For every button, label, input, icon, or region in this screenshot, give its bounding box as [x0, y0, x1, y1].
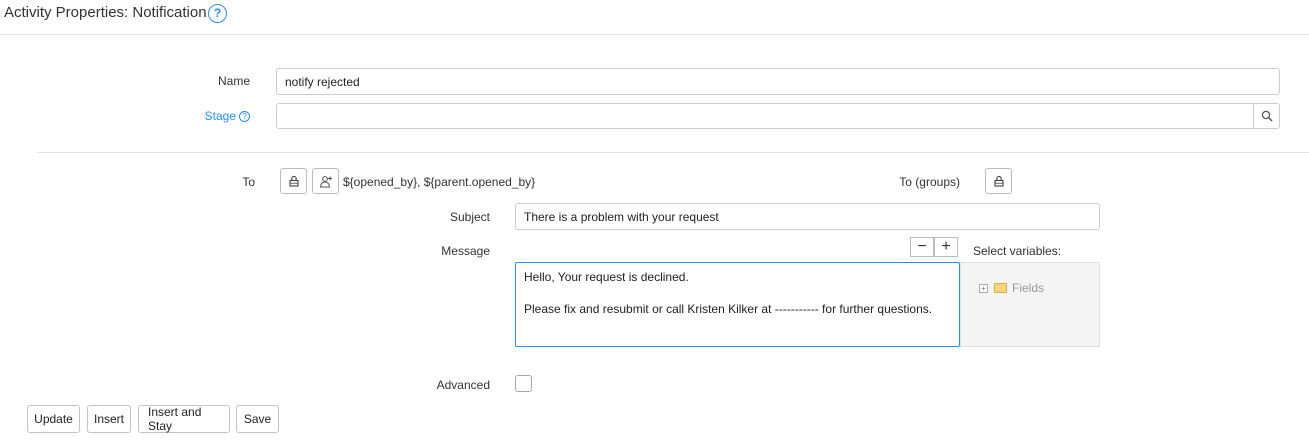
advanced-checkbox[interactable] [515, 375, 532, 392]
subject-input[interactable] [515, 203, 1100, 230]
variables-panel: + Fields [960, 262, 1100, 347]
name-input[interactable] [276, 68, 1280, 95]
stage-label[interactable]: Stage? [150, 109, 250, 123]
advanced-label: Advanced [436, 378, 490, 392]
shrink-textarea-button[interactable]: − [910, 237, 934, 257]
lock-icon [288, 175, 299, 187]
to-add-user-button[interactable] [312, 168, 339, 194]
page-title: Activity Properties: Notification [4, 4, 207, 21]
to-label: To [242, 175, 255, 189]
stage-help-icon[interactable]: ? [239, 111, 250, 122]
name-label: Name [217, 74, 250, 88]
message-line-2: Please fix and resubmit or call Kristen … [524, 302, 933, 316]
tree-item-label: Fields [1012, 281, 1045, 295]
insert-button[interactable]: Insert [87, 405, 131, 433]
question-circle-icon[interactable]: ? [208, 4, 227, 23]
subject-label: Subject [449, 210, 490, 224]
to-groups-label: To (groups) [899, 175, 960, 189]
expand-icon[interactable]: + [979, 283, 988, 293]
header-divider [0, 34, 1309, 35]
user-add-icon [319, 175, 332, 187]
stage-lookup-button[interactable] [1253, 103, 1280, 129]
lock-icon [993, 175, 1004, 187]
to-recipients-value: ${opened_by}, ${parent.opened_by} [343, 175, 536, 189]
insert-and-stay-button[interactable]: Insert and Stay [138, 405, 230, 433]
to-lock-button[interactable] [280, 168, 307, 194]
tree-item-fields[interactable]: + Fields [979, 281, 1044, 295]
search-icon [1261, 110, 1272, 122]
section-divider [37, 152, 1309, 153]
stage-label-text: Stage [204, 109, 236, 123]
to-groups-lock-button[interactable] [985, 168, 1012, 194]
expand-textarea-button[interactable]: + [934, 237, 958, 257]
message-label: Message [441, 244, 490, 258]
message-textarea[interactable]: Hello, Your request is declined. Please … [515, 262, 960, 347]
message-line-1: Hello, Your request is declined. [524, 270, 689, 284]
select-variables-label: Select variables: [973, 244, 1062, 258]
stage-input[interactable] [276, 103, 1254, 129]
save-button[interactable]: Save [236, 405, 279, 433]
folder-icon [994, 283, 1007, 293]
update-button[interactable]: Update [27, 405, 80, 433]
